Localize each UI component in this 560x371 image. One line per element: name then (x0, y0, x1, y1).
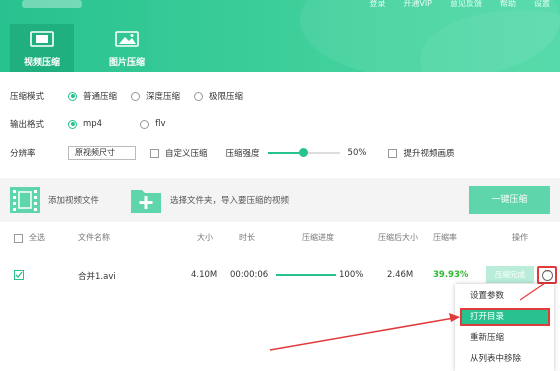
row-duration: 00:00:06 (230, 270, 269, 280)
row-more-button[interactable] (537, 266, 557, 284)
custom-compress-checkbox[interactable] (150, 148, 159, 158)
resolution-row: 分辨率 原视频尺寸 自定义压缩 压缩强度 50% 提升视频画质 (10, 145, 468, 161)
resolution-select[interactable]: 原视频尺寸 (68, 146, 136, 160)
progress-fill (276, 274, 336, 276)
menu-item-remove[interactable]: 从列表中移除 (455, 350, 554, 368)
radio-normal[interactable]: 普通压缩 (68, 90, 117, 102)
radio-label: flv (155, 119, 166, 129)
compress-mode-label: 压缩模式 (10, 92, 45, 102)
row-progress-text: 100% (339, 270, 364, 280)
select-all-checkbox[interactable] (14, 234, 23, 243)
radio-button[interactable] (68, 119, 77, 129)
tab-label: 图片压缩 (108, 58, 145, 68)
col-ratio: 压缩率 (433, 233, 457, 242)
tab-label: 视频压缩 (23, 58, 60, 68)
col-duration: 时长 (239, 233, 255, 242)
custom-compress-option[interactable]: 自定义压缩 (150, 147, 208, 159)
film-add-icon[interactable] (9, 186, 41, 214)
image-icon (115, 31, 139, 47)
radio-label: 极限压缩 (209, 92, 244, 102)
radio-label: mp4 (83, 119, 103, 129)
more-icon (542, 267, 553, 281)
col-compressed-size: 压缩后大小 (378, 233, 418, 242)
video-icon (30, 31, 54, 47)
folder-add-icon[interactable] (130, 186, 162, 214)
resolution-label: 分辨率 (10, 149, 36, 159)
output-format-label: 输出格式 (10, 120, 45, 130)
compress-mode-row: 压缩模式 普通压缩 深度压缩 极限压缩 (10, 88, 257, 104)
radio-button[interactable] (140, 119, 150, 129)
radio-mp4[interactable]: mp4 (68, 119, 102, 129)
help-link[interactable]: 帮助 (500, 0, 516, 10)
row-checkbox[interactable] (14, 270, 24, 280)
tab-image-compress[interactable]: 图片压缩 (95, 24, 159, 72)
row-compressed-size: 2.46M (387, 270, 414, 280)
checkbox-label: 提升视频画质 (403, 149, 455, 159)
app-header: 登录 开通VIP 意见反馈 帮助 设置 视频压缩 图片压缩 (0, 0, 560, 72)
col-select-all[interactable]: 全选 (29, 232, 45, 243)
row-done-button[interactable]: 压缩完成 (486, 266, 534, 283)
strength-label: 压缩强度 (225, 149, 260, 159)
row-context-menu: 设置参数 打开目录 重新压缩 从列表中移除 (455, 284, 554, 371)
add-video-button[interactable]: 添加视频文件 (48, 194, 99, 206)
col-progress: 压缩进度 (302, 233, 334, 242)
app-logo (22, 0, 82, 8)
arrow-line-to-menu (269, 317, 455, 351)
radio-button[interactable] (194, 91, 204, 101)
radio-label: 深度压缩 (146, 92, 181, 102)
output-format-row: 输出格式 mp4 flv (10, 116, 179, 132)
radio-flv[interactable]: flv (140, 119, 165, 129)
radio-label: 普通压缩 (83, 92, 118, 102)
check-icon (15, 271, 23, 278)
menu-item-recompress[interactable]: 重新压缩 (455, 329, 554, 347)
enhance-quality-option[interactable]: 提升视频画质 (388, 147, 454, 159)
top-links: 登录 开通VIP 意见反馈 帮助 设置 (369, 0, 550, 10)
radio-extreme[interactable]: 极限压缩 (194, 90, 243, 102)
row-size: 4.10M (191, 270, 218, 280)
add-files-bar: 添加视频文件 选择文件夹，导入要压缩的视频 一键压缩 (0, 178, 560, 222)
slider-thumb[interactable] (299, 148, 309, 157)
menu-item-set-params[interactable]: 设置参数 (455, 287, 554, 305)
choose-folder-button[interactable]: 选择文件夹，导入要压缩的视频 (170, 194, 289, 206)
table-header: 全选 文件名称 大小 时长 压缩进度 压缩后大小 压缩率 操作 (0, 232, 560, 246)
strength-slider[interactable] (267, 148, 340, 158)
radio-deep[interactable]: 深度压缩 (131, 90, 180, 102)
checkbox-label: 自定义压缩 (165, 149, 208, 159)
compress-all-button[interactable]: 一键压缩 (469, 186, 550, 214)
vip-link[interactable]: 开通VIP (403, 0, 432, 10)
radio-button[interactable] (68, 91, 77, 101)
tab-video-compress[interactable]: 视频压缩 (10, 24, 74, 72)
table-row[interactable]: 合并1.avi 4.10M 00:00:06 100% 2.46M 39.93%… (0, 266, 560, 284)
col-action: 操作 (512, 233, 528, 242)
row-progress-bar (276, 274, 336, 276)
radio-button[interactable] (131, 91, 141, 101)
col-size: 大小 (197, 233, 213, 242)
row-filename: 合并1.avi (78, 272, 116, 282)
highlight-frame (460, 308, 550, 326)
col-filename: 文件名称 (78, 233, 110, 242)
feedback-link[interactable]: 意见反馈 (450, 0, 482, 10)
strength-value: 50% (347, 148, 367, 158)
settings-link[interactable]: 设置 (534, 0, 550, 10)
enhance-quality-checkbox[interactable] (388, 148, 398, 158)
row-ratio: 39.93% (433, 270, 469, 280)
login-link[interactable]: 登录 (369, 0, 385, 10)
